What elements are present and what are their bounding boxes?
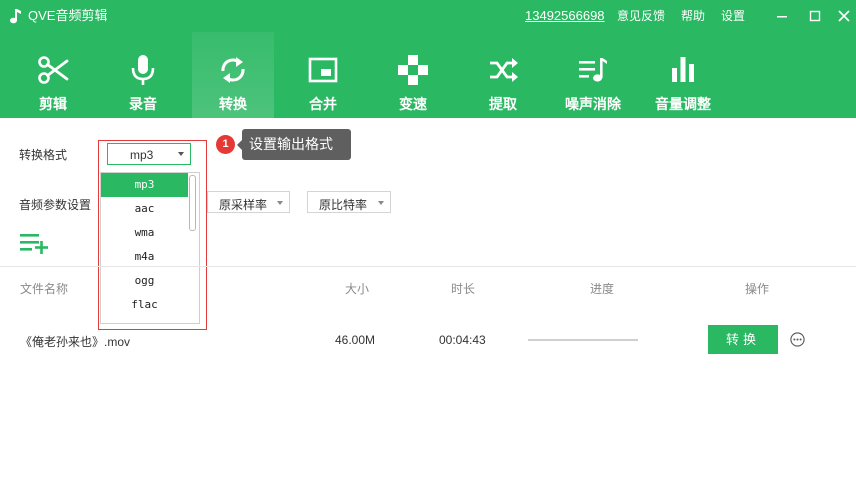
tool-extract[interactable]: 提取	[462, 32, 544, 118]
help-link[interactable]: 帮助	[681, 8, 705, 24]
format-option-wma[interactable]: wma	[101, 221, 188, 245]
speed-icon	[398, 55, 428, 85]
tool-volume-label: 音量调整	[655, 96, 711, 112]
file-duration: 00:04:43	[439, 333, 486, 347]
tool-convert[interactable]: 转换	[192, 32, 274, 118]
account-phone-link[interactable]: 13492566698	[525, 8, 605, 24]
convert-icon	[221, 57, 245, 83]
app-title: QVE音频剪辑	[28, 8, 108, 23]
tool-record-label: 录音	[129, 96, 157, 112]
convert-button[interactable]: 转换	[708, 325, 778, 354]
format-option-mp3[interactable]: mp3	[101, 173, 188, 197]
close-icon[interactable]	[834, 6, 854, 26]
tool-speed[interactable]: 变速	[372, 32, 454, 118]
chevron-down-icon	[277, 201, 283, 205]
tool-volume[interactable]: 音量调整	[642, 32, 724, 118]
audio-params-label: 音频参数设置	[19, 198, 92, 212]
dropdown-scrollbar[interactable]	[189, 175, 196, 231]
file-size: 46.00M	[335, 333, 376, 347]
tool-record[interactable]: 录音	[102, 32, 184, 118]
tip-tooltip: 设置输出格式	[242, 129, 351, 160]
tool-noise-removal-label: 噪声消除	[565, 96, 621, 112]
add-file-list-icon[interactable]	[20, 232, 50, 254]
feedback-link[interactable]: 意见反馈	[617, 8, 665, 24]
bit-rate-value: 原比特率	[319, 198, 368, 212]
sample-rate-select[interactable]: 原采样率	[207, 191, 290, 213]
format-option-ogg[interactable]: ogg	[101, 269, 188, 293]
more-options-icon[interactable]	[790, 332, 805, 347]
noise-removal-icon	[579, 58, 607, 82]
tool-speed-label: 变速	[399, 96, 427, 112]
format-label: 转换格式	[19, 148, 68, 162]
file-name: 《俺老孙来也》.mov	[20, 335, 131, 349]
format-option-aac[interactable]: aac	[101, 197, 188, 221]
format-option-flac[interactable]: flac	[101, 293, 188, 317]
tool-noise-removal[interactable]: 噪声消除	[552, 32, 634, 118]
tool-merge-label: 合并	[309, 96, 337, 112]
maximize-icon[interactable]	[805, 6, 825, 26]
column-header-size: 大小	[345, 282, 370, 296]
format-dropdown-list: mp3 aac wma m4a ogg flac	[100, 172, 200, 324]
tool-convert-label: 转换	[219, 96, 247, 112]
progress-bar	[528, 339, 638, 341]
scissors-icon	[38, 56, 69, 84]
bit-rate-select[interactable]: 原比特率	[307, 191, 391, 213]
extract-icon	[490, 58, 518, 82]
music-note-icon	[10, 9, 21, 24]
microphone-icon	[131, 55, 155, 85]
tool-merge[interactable]: 合并	[282, 32, 364, 118]
settings-link[interactable]: 设置	[721, 8, 745, 24]
chevron-down-icon	[378, 201, 384, 205]
sample-rate-value: 原采样率	[219, 198, 268, 212]
title-bar: QVE音频剪辑 13492566698 意见反馈 帮助 设置	[0, 0, 856, 32]
merge-icon	[308, 57, 338, 83]
tool-cut[interactable]: 剪辑	[12, 32, 94, 118]
column-header-name: 文件名称	[20, 282, 69, 296]
column-header-progress: 进度	[590, 282, 615, 296]
main-toolbar: 剪辑 录音 转换 合并 变速 提取 噪声消除 音量调整	[0, 32, 856, 118]
section-divider	[0, 266, 856, 267]
volume-bars-icon	[672, 57, 694, 82]
column-header-duration: 时长	[451, 282, 476, 296]
tool-extract-label: 提取	[489, 96, 517, 112]
tool-cut-label: 剪辑	[39, 96, 67, 112]
column-header-action: 操作	[745, 282, 770, 296]
step-badge: 1	[216, 135, 235, 154]
minimize-icon[interactable]	[772, 6, 792, 26]
